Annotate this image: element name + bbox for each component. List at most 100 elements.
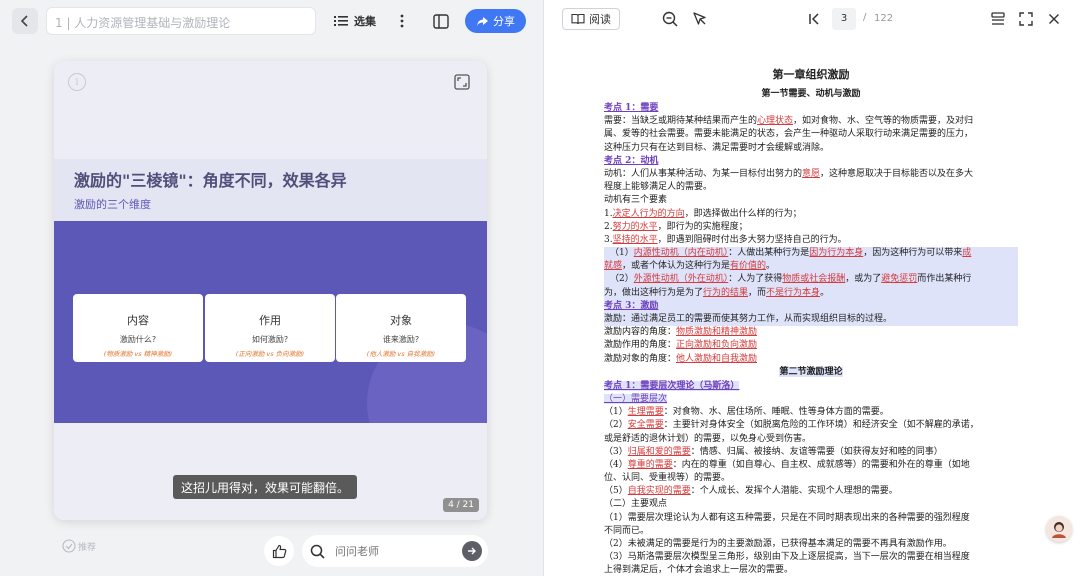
doc-text: ，这种意愿取决于目标能否以及在多大 [820,168,974,179]
dimension-card-effect: 作用 如何激励? (正向激励 vs 负向激励) [205,294,335,362]
slide-header: 激励的"三棱镜"：角度不同，效果各异 激励的三个维度 [54,159,487,221]
doc-text: ，而 [748,287,767,298]
dimension-name: 内容 [127,314,149,327]
keypoint-heading: 考点 1：需要层次理论（马斯洛） [604,380,740,391]
document-page: 第一章组织激励 第一节需要、动机与激励 考点 1：需要 需要：当缺乏或期待某种结… [604,66,1018,576]
dimension-example: (他人激励 vs 自我激励) [366,350,436,358]
first-page-icon [809,13,819,25]
doc-text: 3. [604,234,613,245]
section-title: 第二节激励理论 [604,366,1018,380]
expand-icon [1019,12,1033,26]
doc-text: ：内在的尊重（如自尊心、自主权、成就感等）的需要和外在的尊重（如地 [672,459,970,470]
share-label: 分享 [493,15,515,28]
emphasis-text: 避免惩罚 [881,274,918,285]
doc-text: 需要：当缺乏或期待某种结果而产生的 [604,116,758,127]
dimension-card-content: 内容 激励什么? (物质激励 vs 精神激励) [73,294,203,362]
doc-line: 1.决定人行为的方向，即选择做出什么样的行为； [604,208,1018,221]
slide-subtitle: 激励的三个维度 [74,198,151,211]
doc-text: ，或为了 [845,274,882,285]
recommend-label: 推荐 [78,542,97,553]
toc-button[interactable] [988,9,1008,29]
layout-icon [433,13,449,29]
arrow-right-icon [468,547,476,555]
doc-text: （2） [604,420,628,431]
slide-title: 激励的"三棱镜"：角度不同，效果各异 [74,171,347,190]
doc-line: 考点 2：动机 [604,155,1018,168]
doc-line: 激励内容的角度：物质激励和精神激励 [604,326,1018,339]
doc-text: ，如对食物、水、空气等的物质需要，及对归 [793,116,974,127]
current-page-input[interactable]: 3 [832,8,856,30]
doc-line: （3）归属和爱的需要：情感、归属、被接纳、友谊等需要（如获得友好和睦的同事） [604,446,1018,459]
episode-select-button[interactable]: 选集 [334,9,376,33]
layout-toggle-button[interactable] [430,10,452,32]
read-mode-button[interactable]: 阅读 [562,8,620,30]
dimension-example: (正向激励 vs 负向激励) [235,350,305,358]
keypoint-heading: 考点 1：需要 [604,103,659,113]
emphasis-text: 物质或社会报酬 [782,274,846,285]
doc-text: 而作出某种行 [917,274,972,285]
doc-text: ，或者个体认为这种行为是 [622,261,731,272]
doc-line: （2）未被满足的需要是行为的主要激励源，已获得基本满足的需要不再具有激励作用。 [604,539,952,549]
ask-teacher-box[interactable] [302,535,488,567]
lesson-slide[interactable]: i 激励的"三棱镜"：角度不同，效果各异 激励的三个维度 内容 激励什么? (物… [54,61,487,520]
select-tool-button[interactable] [690,9,710,29]
emphasis-text: 安全需要 [627,420,664,431]
emphasis-text: 心理状态 [757,116,794,127]
zoom-out-button[interactable] [660,9,680,29]
emphasis-text: 生理需要 [627,407,664,418]
chapter-title: 第一章组织激励 [772,68,850,81]
emphasis-text: 尊重的需要 [627,459,673,470]
doc-text: 为，做出这种行为是为了 [604,287,704,298]
info-icon[interactable]: i [68,73,86,91]
recommend-icon [62,539,76,553]
section-title-text: 第二节激励理论 [779,366,843,377]
doc-line: 上得到满足后，个体才会追求上一层次的需要。 [604,565,794,576]
doc-line: （1）生理需要：对食物、水、居住场所、睡眠、性等身体方面的需要。 [604,406,1018,419]
keypoint-heading: 考点 3：激励 [604,300,659,311]
book-icon [571,13,585,25]
share-icon [477,16,488,26]
emphasis-text: 因为行为本身 [809,248,864,259]
like-button[interactable] [264,536,294,566]
doc-text: （3） [604,446,628,457]
keypoint-heading: 考点 2：动机 [604,155,659,166]
total-pages: 122 [874,13,894,24]
doc-text: （1） [604,407,628,418]
emphasis-text: 不是行为本身 [766,287,821,298]
video-topbar: 1 | 人力资源管理基础与激励理论 选集 分享 [0,0,541,42]
teacher-avatar-icon [1052,522,1066,538]
share-button[interactable]: 分享 [465,9,526,33]
emphasis-text: 努力的水平 [612,221,658,232]
doc-line: 动机有三个要素 [604,195,668,206]
doc-text: ：对食物、水、居住场所、睡眠、性等身体方面的需要。 [663,407,889,418]
doc-text: 。 [766,261,776,272]
doc-line: 2.努力的水平，即行为的实施程度； [604,221,1018,234]
first-page-button[interactable] [804,9,824,29]
emphasis-text: 归属和爱的需要 [627,446,691,457]
zoom-out-icon [662,11,678,27]
doc-text: ：人做出某种行为是 [728,248,810,259]
doc-text: （4） [604,459,628,470]
episode-select-label: 选集 [354,15,376,28]
ask-submit-button[interactable] [462,541,482,561]
ask-teacher-input[interactable] [335,544,445,558]
teacher-avatar-button[interactable] [1046,516,1072,542]
highlighted-line: 就感，或者个体认为这种行为是有价值的。 [604,260,1018,274]
fullscreen-icon[interactable] [453,73,471,91]
doc-line: （1）需要层次理论认为人都有这五种需要，只是在不同时期表现出来的各种需要的强烈程… [604,512,970,523]
back-chevron-icon [20,15,28,27]
recommend-button[interactable]: 推荐 [62,539,96,553]
back-button[interactable] [12,8,38,34]
expand-button[interactable] [1016,9,1036,29]
search-icon [310,544,325,559]
emphasis-text: 行为的结果 [703,287,749,298]
page-separator: / [863,12,867,23]
close-button[interactable] [1044,9,1064,29]
more-button[interactable] [396,10,408,32]
doc-text: （2） [610,274,634,285]
dimension-name: 作用 [259,314,281,327]
emphasis-text: 意愿 [802,168,821,179]
dimension-question: 谁来激励? [382,335,420,344]
doc-line: 程度上能够满足人的需要。 [604,182,713,193]
video-bottombar: 推荐 [0,530,541,570]
